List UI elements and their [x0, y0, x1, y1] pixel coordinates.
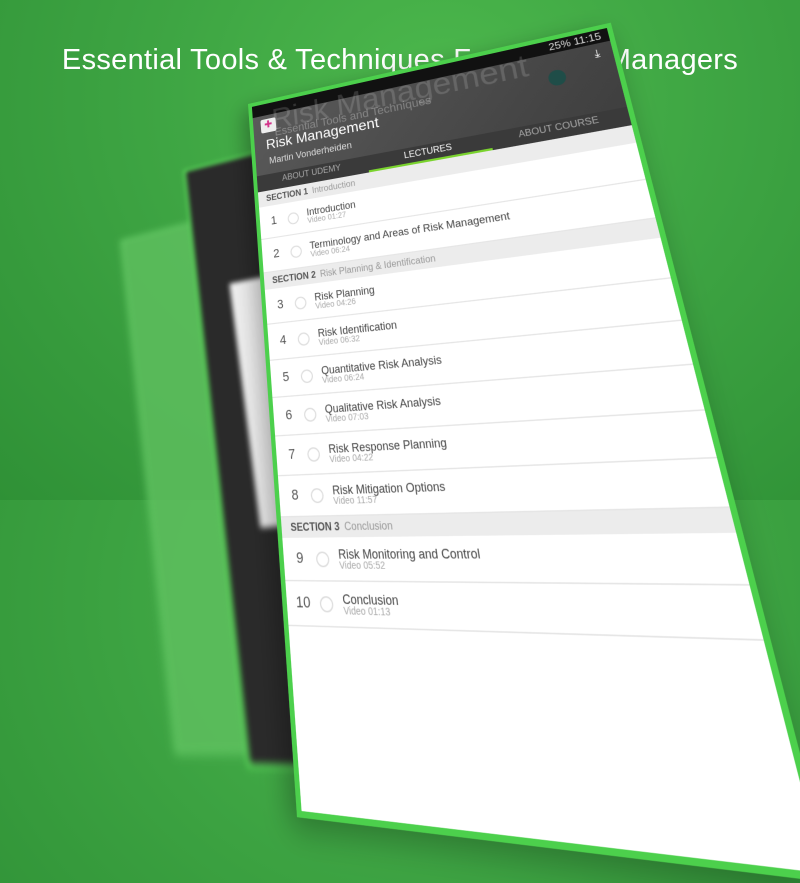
lecture-number: 10: [295, 594, 312, 613]
phone-stage: 25% 11:15 Risk Management Essential Tool…: [0, 0, 800, 883]
progress-circle-icon: [300, 368, 314, 383]
progress-circle-icon: [306, 446, 321, 462]
lecture-number: 1: [270, 214, 278, 228]
section-label: SECTION 3: [290, 520, 341, 534]
progress-circle-icon: [287, 211, 300, 225]
progress-circle-icon: [303, 406, 317, 422]
lecture-number: 5: [282, 369, 290, 386]
front-phone: 25% 11:15 Risk Management Essential Tool…: [248, 22, 800, 883]
download-icon[interactable]: ⤓: [593, 48, 602, 61]
lecture-duration: Video 01:13: [343, 606, 391, 618]
lecture-number: 3: [276, 297, 284, 313]
lecture-title: Risk Monitoring and Control: [337, 545, 482, 561]
lecture-number: 4: [279, 333, 287, 348]
lecture-row[interactable]: 10 Conclusion Video 01:13: [285, 581, 764, 641]
progress-circle-icon: [294, 295, 307, 310]
progress-circle-icon: [319, 595, 334, 612]
progress-circle-icon: [290, 244, 303, 258]
lecture-number: 9: [295, 550, 305, 568]
lecture-title: Conclusion: [341, 591, 400, 608]
lecture-number: 7: [287, 447, 296, 463]
lecture-number: 6: [284, 407, 293, 424]
lecture-number: 8: [290, 487, 300, 504]
progress-circle-icon: [310, 487, 325, 503]
businessman-icon: [547, 68, 568, 87]
lecture-number: 2: [272, 247, 280, 261]
progress-circle-icon: [315, 550, 330, 567]
progress-circle-icon: [297, 331, 311, 346]
section-name: Conclusion: [343, 519, 394, 533]
lecture-row[interactable]: 9 Risk Monitoring and Control Video 05:52: [282, 532, 750, 586]
lecture-duration: Video 05:52: [338, 560, 386, 572]
lecture-list: SECTION 1 Introduction 1 Introduction Video …: [257, 125, 764, 641]
